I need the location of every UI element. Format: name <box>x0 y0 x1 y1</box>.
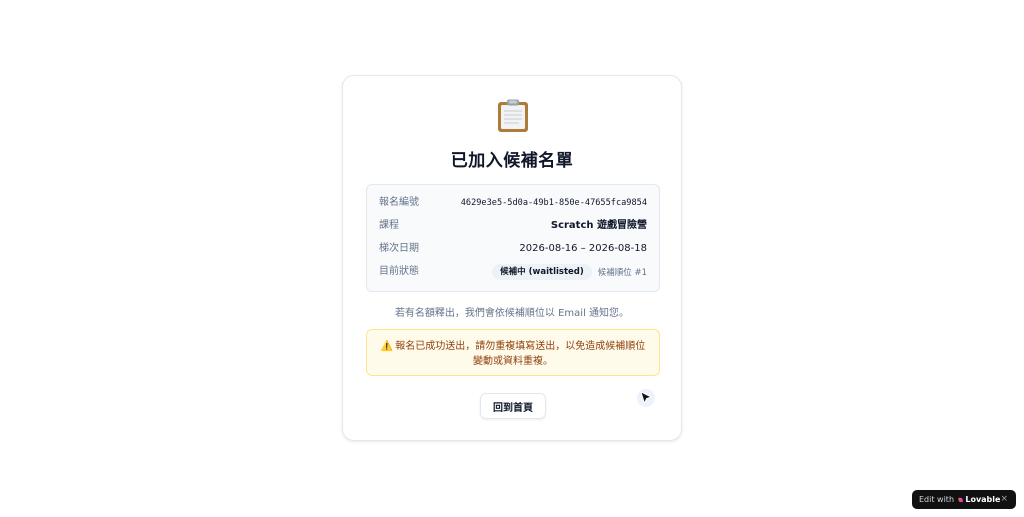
close-icon[interactable]: × <box>1000 495 1008 504</box>
edit-with-label: Edit with <box>919 495 955 504</box>
duplicate-submission-warning: ⚠️ 報名已成功送出，請勿重複填寫送出，以免造成候補順位變動或資料重複。 <box>366 329 660 376</box>
status-row: 目前狀態 候補中 (waitlisted) 候補順位 #1 <box>379 264 647 280</box>
page-title: 已加入候補名單 <box>450 151 574 171</box>
lovable-brand: Lovable <box>965 495 1001 504</box>
warning-text: 報名已成功送出，請勿重複填寫送出，以免造成候補順位變動或資料重複。 <box>395 341 646 367</box>
status-label: 目前狀態 <box>379 266 419 277</box>
course-row: 課程 Scratch 遊戲冒險營 <box>379 218 647 234</box>
status-badge: 候補中 (waitlisted) <box>492 264 592 280</box>
edit-with-lovable-badge[interactable]: Edit with Lovable × <box>912 490 1016 509</box>
registration-id-row: 報名編號 4629e3e5-5d0a-49b1-850e-47655fca985… <box>379 195 647 211</box>
back-to-home-button[interactable]: 回到首頁 <box>480 393 546 419</box>
mouse-cursor-icon <box>637 389 655 407</box>
waitlist-confirmation-card: 已加入候補名單 報名編號 4629e3e5-5d0a-49b1-850e-476… <box>342 75 682 441</box>
registration-id-label: 報名編號 <box>379 197 419 208</box>
registration-id-value: 4629e3e5-5d0a-49b1-850e-47655fca9854 <box>460 198 647 208</box>
status-value: 候補中 (waitlisted) 候補順位 #1 <box>492 264 647 280</box>
warning-icon: ⚠️ <box>380 341 394 352</box>
session-value: 2026-08-16 – 2026-08-18 <box>519 243 647 254</box>
clipboard-icon <box>498 99 528 132</box>
session-label: 梯次日期 <box>379 243 419 254</box>
waitlist-rank: 候補順位 #1 <box>597 268 647 278</box>
lovable-logo-icon <box>958 497 963 502</box>
registration-details: 報名編號 4629e3e5-5d0a-49b1-850e-47655fca985… <box>366 184 660 292</box>
course-value: Scratch 遊戲冒險營 <box>550 220 647 231</box>
session-row: 梯次日期 2026-08-16 – 2026-08-18 <box>379 241 647 257</box>
email-notice: 若有名額釋出，我們會依候補順位以 Email 通知您。 <box>394 308 630 319</box>
course-label: 課程 <box>379 220 399 231</box>
